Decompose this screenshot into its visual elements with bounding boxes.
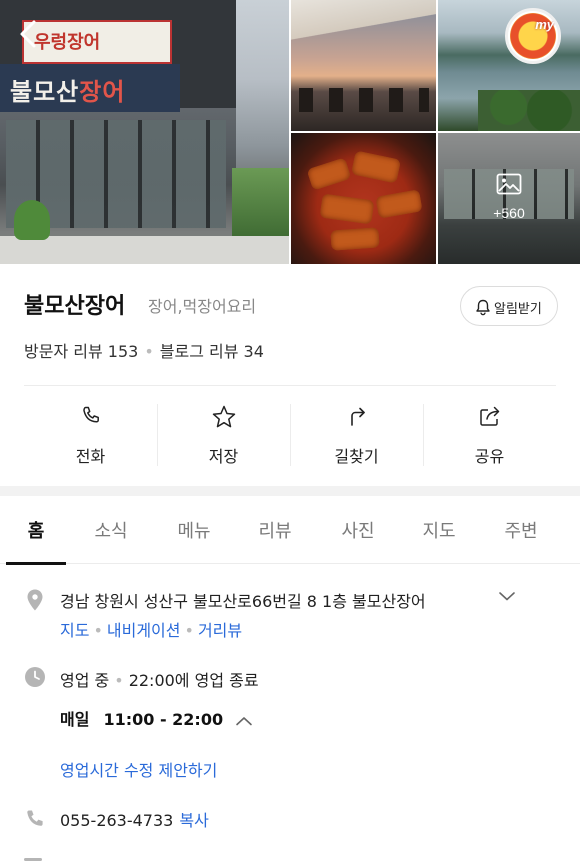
section-divider xyxy=(0,486,580,496)
visitor-review-link[interactable]: 방문자 리뷰 153 xyxy=(24,338,138,362)
notify-button[interactable]: 알림받기 xyxy=(460,286,558,326)
hours-days: 매일 xyxy=(60,710,90,729)
phone-icon xyxy=(82,406,99,423)
copy-phone-button[interactable]: 복사 xyxy=(179,811,208,830)
clock-icon xyxy=(25,667,45,687)
tab-nearby[interactable]: 주변 xyxy=(480,496,562,564)
tab-reviews[interactable]: 리뷰 xyxy=(232,496,318,564)
directions-button[interactable]: 길찾기 xyxy=(290,398,423,472)
phone-filled-icon xyxy=(27,810,43,826)
review-summary: 방문자 리뷰 153 • 블로그 리뷰 34 xyxy=(24,338,264,362)
address-links: 지도 • 내비게이션 • 거리뷰 xyxy=(60,621,243,640)
address-text: 경남 창원시 성산구 불모산로66번길 8 1층 불모산장어 xyxy=(60,592,426,611)
location-pin-icon xyxy=(27,589,43,611)
suggest-hours-edit-link[interactable]: 영업시간 수정 제안하기 xyxy=(60,757,217,781)
back-arrow-icon[interactable] xyxy=(14,16,44,52)
phone-row: 055-263-4733 복사 xyxy=(60,807,209,831)
interior-photo-more[interactable]: +560 xyxy=(438,133,580,264)
bell-icon xyxy=(476,299,490,316)
photo-gallery: 우렁장어 불모산장어 +560 my xyxy=(0,0,580,264)
save-button[interactable]: 저장 xyxy=(157,398,290,472)
tab-photos[interactable]: 사진 xyxy=(318,496,398,564)
star-icon xyxy=(212,405,235,428)
next-detail-row-partial xyxy=(24,852,284,861)
more-photos-count: +560 xyxy=(493,205,525,221)
tab-news[interactable]: 소식 xyxy=(66,496,156,564)
terrace-photo[interactable] xyxy=(291,0,436,131)
storefront-sign-main: 불모산장어 xyxy=(0,64,180,112)
tab-map[interactable]: 지도 xyxy=(398,496,480,564)
navigation-link[interactable]: 내비게이션 xyxy=(107,621,181,640)
my-badge[interactable]: my xyxy=(505,8,561,64)
street-view-link[interactable]: 거리뷰 xyxy=(198,621,242,640)
open-status: 영업 중 xyxy=(60,671,110,690)
tab-home[interactable]: 홈 xyxy=(6,496,66,565)
place-name: 불모산장어 xyxy=(24,294,126,319)
storefront-sign-top: 우렁장어 xyxy=(22,20,172,64)
phone-number[interactable]: 055-263-4733 xyxy=(60,811,173,830)
hours-row: 매일 11:00 - 22:00 xyxy=(60,706,253,730)
map-link[interactable]: 지도 xyxy=(60,621,89,640)
closing-time: 22:00에 영업 종료 xyxy=(128,671,259,690)
tab-bar: 홈 소식 메뉴 리뷰 사진 지도 주변 xyxy=(0,496,580,565)
tab-menu[interactable]: 메뉴 xyxy=(156,496,232,564)
share-icon xyxy=(479,406,499,426)
place-category: 장어,먹장어요리 xyxy=(148,297,257,316)
directions-icon xyxy=(350,407,365,426)
call-button[interactable]: 전화 xyxy=(24,398,157,472)
share-button[interactable]: 공유 xyxy=(423,398,556,472)
blog-review-link[interactable]: 블로그 리뷰 34 xyxy=(160,338,264,362)
divider xyxy=(24,385,556,386)
hours-range: 11:00 - 22:00 xyxy=(103,710,224,729)
gallery-icon xyxy=(496,173,522,195)
title-row: 불모산장어 장어,먹장어요리 알림받기 xyxy=(24,286,558,326)
chevron-up-icon[interactable] xyxy=(235,715,253,727)
business-status: 영업 중 • 22:00에 영업 종료 xyxy=(60,671,259,690)
chevron-down-icon[interactable] xyxy=(498,590,516,602)
food-photo[interactable] xyxy=(291,133,436,264)
action-bar: 전화 저장 길찾기 공유 xyxy=(24,398,556,472)
